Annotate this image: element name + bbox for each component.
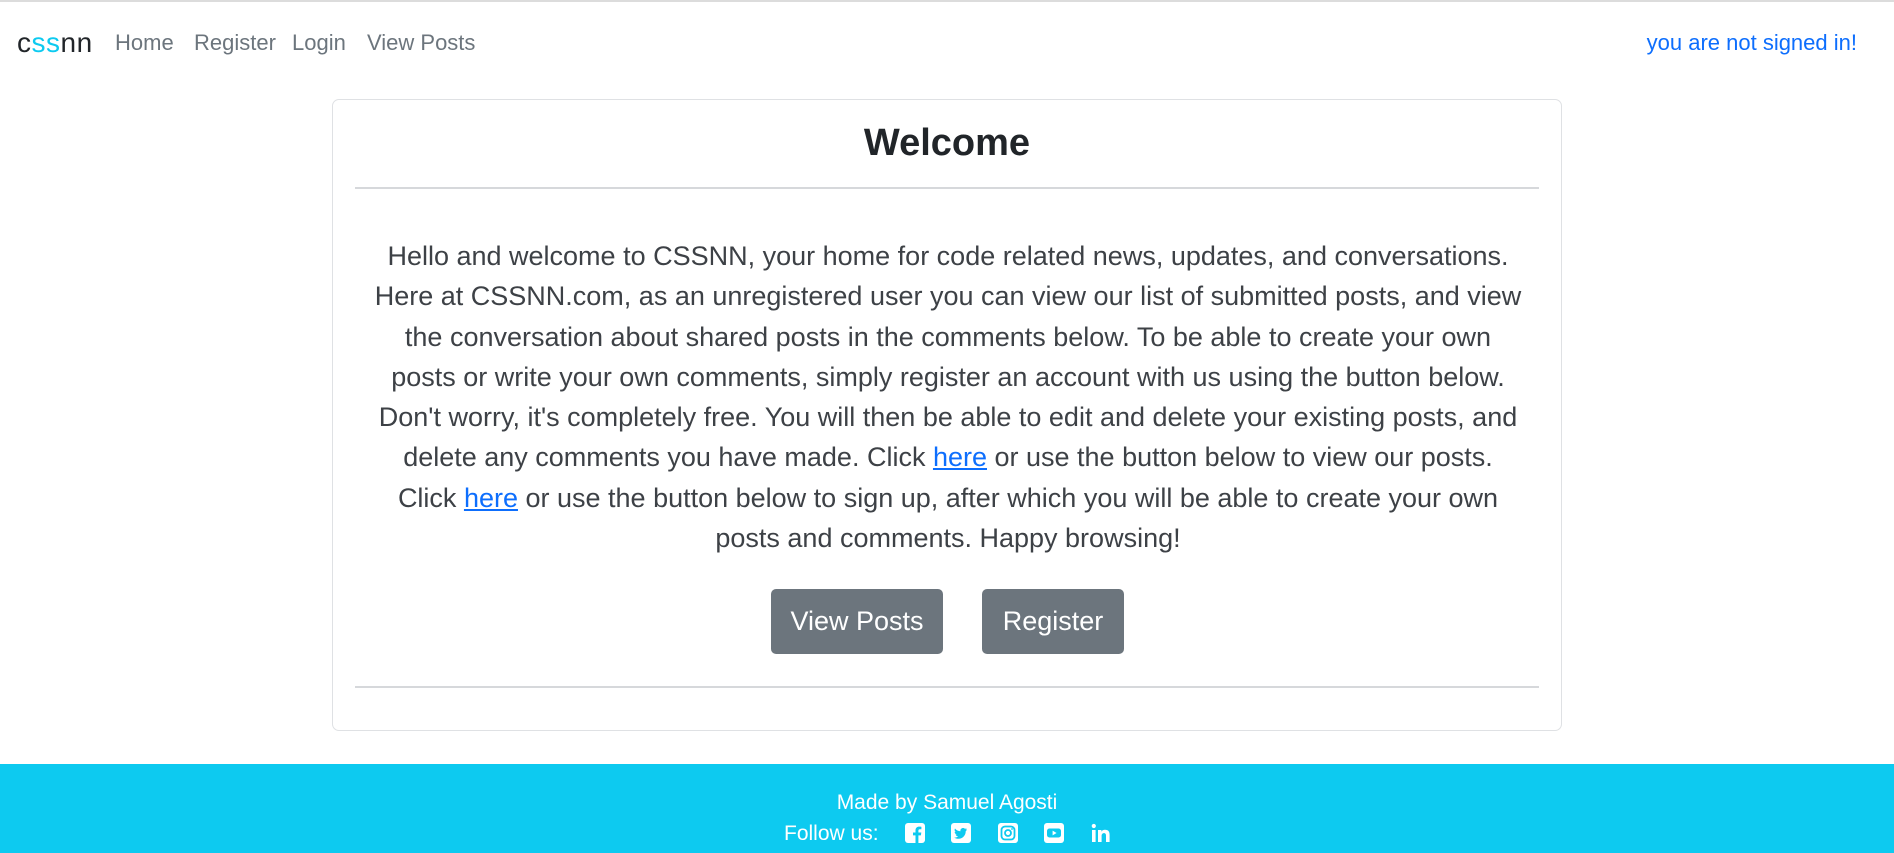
nav-link-home[interactable]: Home xyxy=(115,30,174,56)
divider-top xyxy=(355,187,1539,189)
follow-us-label: Follow us: xyxy=(784,822,879,845)
view-posts-here-link[interactable]: here xyxy=(933,442,987,472)
welcome-paragraph: Hello and welcome to CSSNN, your home fo… xyxy=(373,236,1523,558)
brand-part-3: nn xyxy=(60,27,93,58)
nav-link-view-posts[interactable]: View Posts xyxy=(367,30,475,56)
sign-in-status-link[interactable]: you are not signed in! xyxy=(1647,30,1857,56)
navbar: cssnn Home Register Login View Posts you… xyxy=(0,2,1894,82)
made-by-text: Made by Samuel Agosti xyxy=(836,791,1058,814)
brand-logo[interactable]: cssnn xyxy=(17,27,93,59)
view-posts-button[interactable]: View Posts xyxy=(771,589,943,654)
linkedin-icon[interactable] xyxy=(1091,823,1111,843)
twitter-icon[interactable] xyxy=(951,823,971,843)
brand-part-1: c xyxy=(17,27,32,58)
divider-bottom xyxy=(355,686,1539,688)
brand-part-2: ss xyxy=(31,27,61,58)
instagram-icon[interactable] xyxy=(998,823,1018,843)
youtube-icon[interactable] xyxy=(1044,823,1064,843)
card-title: Welcome xyxy=(863,122,1031,164)
nav-link-register[interactable]: Register xyxy=(194,30,276,56)
facebook-icon[interactable] xyxy=(905,823,925,843)
footer: Made by Samuel Agosti Follow us: xyxy=(0,764,1894,853)
welcome-text-part-3: or use the button below to sign up, afte… xyxy=(517,482,1499,554)
nav-link-login[interactable]: Login xyxy=(292,30,346,56)
register-button[interactable]: Register xyxy=(982,589,1124,654)
welcome-card: Welcome Hello and welcome to CSSNN, your… xyxy=(332,99,1562,731)
welcome-text-part-1: Hello and welcome to CSSNN, your home fo… xyxy=(374,241,1522,473)
register-here-link[interactable]: here xyxy=(464,483,518,513)
